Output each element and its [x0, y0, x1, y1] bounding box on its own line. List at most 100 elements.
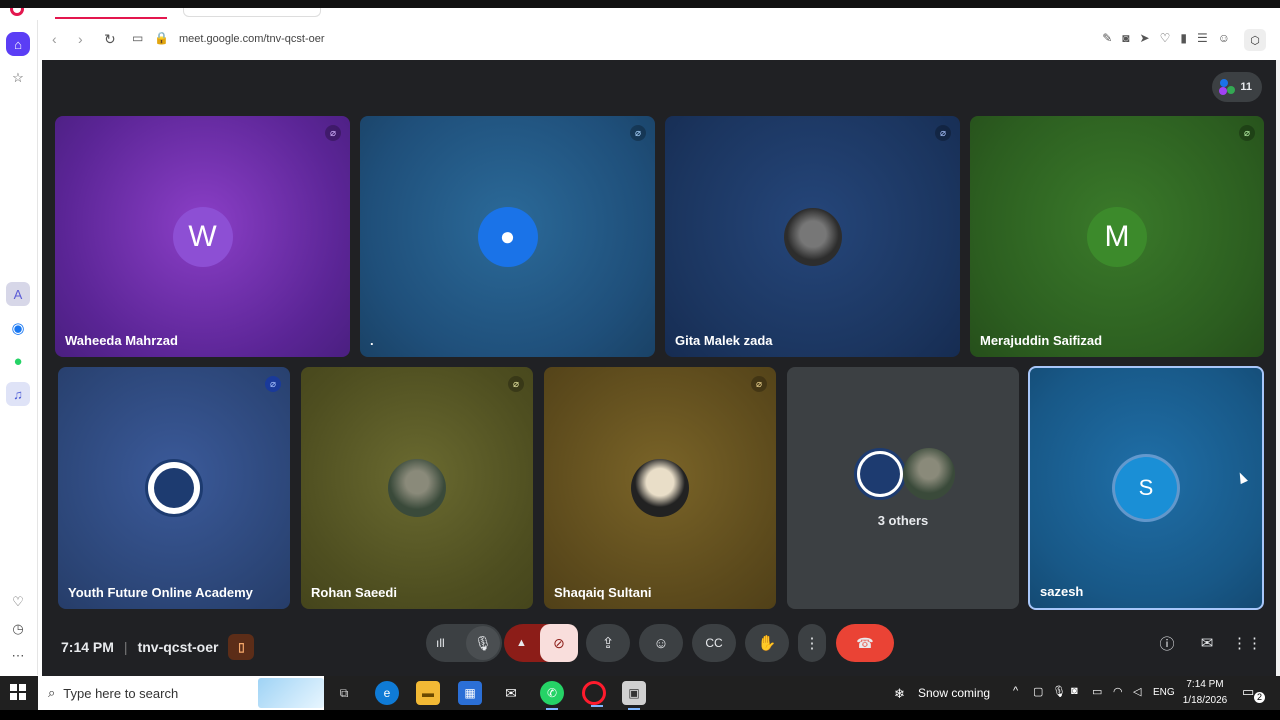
muted-mic-icon: ⌀ [1239, 125, 1255, 141]
screen-recorder-icon[interactable]: ▣ [622, 681, 646, 710]
wifi-icon[interactable]: ◠ [1113, 685, 1123, 698]
more-options-icon[interactable]: ⋯ [6, 644, 30, 668]
participant-tile[interactable]: ⌀ Gita Malek zada [665, 116, 960, 357]
muted-mic-icon: ⌀ [630, 125, 646, 141]
aria-icon[interactable]: A [6, 282, 30, 306]
participant-tile[interactable]: ⌀ W Waheeda Mahrzad [55, 116, 350, 357]
avatar [903, 448, 955, 500]
home-icon[interactable]: ⌂ [6, 32, 30, 56]
meeting-time: 7:14 PM [61, 639, 114, 655]
microphone-tray-icon[interactable]: 🎙 [1052, 685, 1066, 698]
participant-name: Gita Malek zada [675, 333, 773, 348]
top-black-bar [0, 0, 1280, 8]
clock-date[interactable]: 1/18/2026 [1182, 695, 1228, 706]
microsoft-store-icon[interactable]: ▦ [458, 681, 482, 705]
participant-name: sazesh [1040, 584, 1084, 599]
mail-icon[interactable]: ✉ [499, 681, 523, 705]
participant-tile[interactable]: ⌀ Youth Future Online Academy [58, 367, 290, 609]
lock-icon[interactable]: 🔒 [154, 31, 169, 45]
file-explorer-icon[interactable]: ▬ [416, 681, 440, 705]
reload-icon[interactable]: ↻ [104, 31, 116, 48]
participant-count: 11 [1240, 81, 1252, 93]
weather-text[interactable]: Snow coming [918, 686, 990, 700]
send-icon[interactable]: ➤ [1140, 31, 1150, 45]
snowflake-icon: ❄ [894, 686, 905, 701]
emoji-reactions-button[interactable]: ☺ [639, 624, 683, 662]
participant-tile[interactable]: ⌀ M Merajuddin Saifizad [970, 116, 1264, 357]
history-clock-icon[interactable]: ◷ [6, 617, 30, 641]
edit-icon[interactable]: ✎ [1102, 31, 1112, 45]
participant-tile[interactable]: ⌀ Shaqaiq Sultani [544, 367, 776, 609]
academy-logo-avatar [854, 448, 906, 500]
back-icon[interactable]: ‹ [52, 31, 57, 47]
others-count-label: 3 others [877, 513, 929, 528]
divider: | [123, 639, 128, 655]
present-screen-button[interactable]: ⇪ [586, 624, 630, 662]
raise-hand-button[interactable]: ✋ [745, 624, 789, 662]
leave-call-button[interactable]: ☎ [836, 624, 894, 662]
more-options-button[interactable]: ⋮ [798, 624, 826, 662]
participant-tile-active-speaker[interactable]: S sazesh [1028, 366, 1264, 610]
taskbar-search-box[interactable]: ⌕ Type here to search [38, 676, 324, 710]
messenger-icon[interactable]: ◉ [6, 316, 30, 340]
clock-time[interactable]: 7:14 PM [1184, 679, 1226, 690]
camera-icon[interactable]: ◙ [1122, 31, 1129, 45]
battery-saver-icon[interactable]: ▮ [1180, 31, 1187, 45]
music-player-icon[interactable]: ♫ [6, 382, 30, 406]
muted-mic-icon: ⌀ [751, 376, 767, 392]
url-text[interactable]: meet.google.com/tnv-qcst-oer [179, 33, 325, 45]
windows-start-icon[interactable] [10, 684, 26, 700]
whatsapp-taskbar-icon[interactable]: ✆ [540, 681, 564, 710]
end-call-icon: ☎ [856, 634, 874, 651]
google-meet-window: 11 ⌀ W Waheeda Mahrzad ⌀ ● . ⌀ Gita Male… [42, 60, 1276, 676]
camera-off-button[interactable]: ⊘ [540, 624, 578, 662]
captions-icon: CC [705, 636, 723, 650]
participant-count-button[interactable]: 11 [1212, 72, 1262, 102]
host-controls-icon[interactable]: ▯ [228, 634, 255, 660]
participant-name: . [370, 333, 374, 348]
task-view-icon[interactable]: ⧉ [332, 681, 356, 705]
search-icon: ⌕ [48, 685, 56, 700]
favorites-heart-icon[interactable]: ♡ [6, 590, 30, 614]
participant-tile[interactable]: ⌀ Rohan Saeedi [301, 367, 533, 609]
avatar: W [172, 206, 233, 267]
participant-name: Merajuddin Saifizad [980, 333, 1103, 348]
extensions-icon[interactable]: ⬡ [1244, 29, 1266, 51]
meeting-info: 7:14 PM | tnv-qcst-oer ▯ [61, 634, 255, 660]
camera-options-chevron-icon[interactable]: ▲ [516, 637, 527, 649]
person-avatar-icon: ● [477, 206, 538, 267]
volume-icon[interactable]: ◁ [1133, 685, 1141, 698]
avatar [783, 207, 842, 266]
participant-tile[interactable]: ⌀ ● . [360, 116, 655, 357]
meeting-details-info-icon[interactable]: ⓘ [1156, 632, 1178, 654]
site-settings-icon[interactable]: ▭ [132, 31, 143, 45]
address-bar-actions: ✎ ◙ ➤ ♡ ▮ ☰ ☺ [1102, 31, 1230, 45]
battery-icon[interactable]: ▭ [1092, 685, 1102, 698]
notifications-icon[interactable]: ▭ [1242, 684, 1254, 700]
camera-tray-icon[interactable]: ◙ [1071, 685, 1078, 697]
language-indicator[interactable]: ENG [1153, 687, 1175, 698]
show-hidden-icons-chevron[interactable]: ^ [1013, 685, 1018, 697]
easy-setup-icon[interactable]: ☰ [1197, 31, 1208, 45]
meet-tray-icon[interactable]: ▢ [1033, 685, 1043, 698]
heart-icon[interactable]: ♡ [1160, 31, 1171, 45]
edge-browser-icon[interactable]: e [375, 681, 399, 705]
chat-icon[interactable]: ✉ [1196, 632, 1218, 654]
forward-icon[interactable]: › [78, 31, 83, 47]
pinboard-icon[interactable]: ☆ [6, 66, 30, 90]
opera-taskbar-icon[interactable] [582, 681, 606, 707]
active-tab-indicator[interactable] [55, 17, 167, 19]
browser-sidebar: ⌂ ☆ A ◉ ● ♫ ♡ ◷ ⋯ [0, 20, 38, 675]
participant-name: Waheeda Mahrzad [65, 333, 178, 348]
snowman-search-highlight-icon [258, 678, 324, 708]
activities-grid-icon[interactable]: ⋮⋮ [1232, 632, 1262, 654]
muted-mic-icon: ⌀ [508, 376, 524, 392]
microphone-button[interactable]: 🎙 [466, 626, 500, 660]
whatsapp-icon[interactable]: ● [6, 349, 30, 373]
address-bar: ‹ › ↻ ▭ 🔒 meet.google.com/tnv-qcst-oer ✎… [38, 20, 1280, 60]
captions-button[interactable]: CC [692, 624, 736, 662]
others-tile[interactable]: 3 others [787, 367, 1019, 609]
scrollbar[interactable] [1276, 60, 1280, 676]
search-placeholder: Type here to search [63, 685, 179, 701]
profile-icon[interactable]: ☺ [1218, 31, 1230, 45]
